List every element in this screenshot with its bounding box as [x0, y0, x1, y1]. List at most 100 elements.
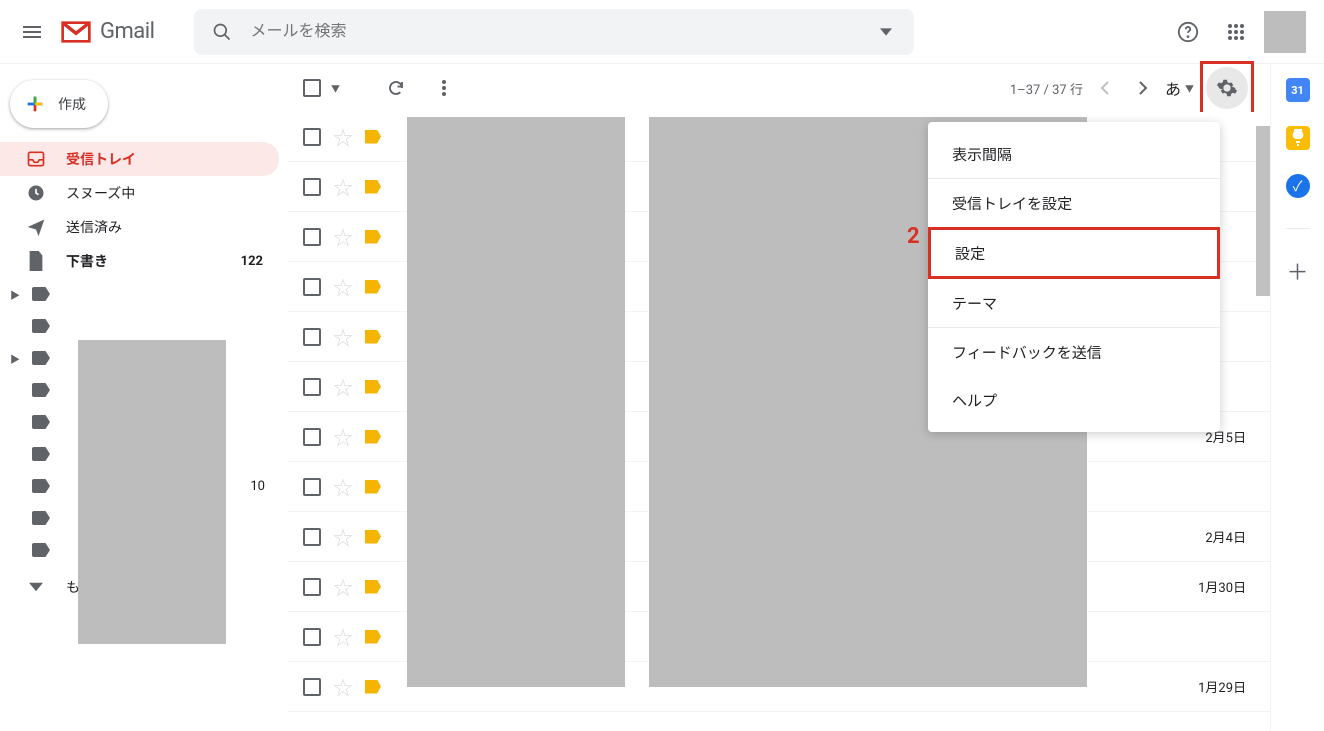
get-addons[interactable]: ＋ — [1286, 259, 1310, 283]
header: Gmail — [0, 0, 1324, 64]
search-input[interactable] — [250, 23, 858, 41]
menu-settings[interactable]: 2 設定 — [928, 227, 1220, 279]
row-checkbox[interactable] — [303, 228, 321, 246]
row-checkbox[interactable] — [303, 478, 321, 496]
search-bar[interactable] — [194, 9, 914, 55]
star-icon[interactable]: ☆ — [333, 222, 353, 251]
select-dropdown-icon[interactable]: ▼ — [331, 82, 340, 95]
scrollbar-thumb[interactable] — [1256, 126, 1270, 296]
sent-icon — [26, 217, 46, 237]
row-date: 1月29日 — [1198, 677, 1254, 696]
input-tools-button[interactable]: あ ▼ — [1165, 76, 1194, 100]
menu-feedback-label: フィードバックを送信 — [952, 342, 1102, 363]
importance-icon[interactable] — [365, 130, 381, 144]
menu-themes[interactable]: テーマ — [928, 279, 1220, 327]
sidebar-label-1[interactable]: ▶ — [0, 278, 287, 310]
importance-icon[interactable] — [365, 580, 381, 594]
sidebar-item-inbox[interactable]: 受信トレイ — [0, 142, 279, 176]
prev-page-button[interactable] — [1089, 72, 1121, 104]
lang-label: あ — [1165, 76, 1181, 100]
star-icon[interactable]: ☆ — [333, 572, 353, 601]
sidebar-item-snoozed[interactable]: スヌーズ中 — [0, 176, 279, 210]
pagination-range: 1–37 / 37 行 — [1010, 79, 1083, 98]
search-options-dropdown[interactable] — [866, 12, 906, 52]
side-panel: 31 ＋ — [1270, 64, 1324, 731]
inbox-label: 受信トレイ — [66, 149, 136, 169]
row-checkbox[interactable] — [303, 628, 321, 646]
menu-help-label: ヘルプ — [952, 390, 997, 411]
calendar-day: 31 — [1291, 84, 1304, 97]
row-checkbox[interactable] — [303, 528, 321, 546]
star-icon[interactable]: ☆ — [333, 172, 353, 201]
menu-feedback[interactable]: フィードバックを送信 — [928, 328, 1220, 376]
menu-configure-inbox[interactable]: 受信トレイを設定 — [928, 179, 1220, 227]
star-icon[interactable]: ☆ — [333, 472, 353, 501]
importance-icon[interactable] — [365, 630, 381, 644]
star-icon[interactable]: ☆ — [333, 322, 353, 351]
gmail-text: Gmail — [100, 19, 154, 44]
star-icon[interactable]: ☆ — [333, 272, 353, 301]
row-checkbox[interactable] — [303, 128, 321, 146]
next-page-button[interactable] — [1127, 72, 1159, 104]
label-icon — [32, 479, 50, 493]
row-date: 2月4日 — [1205, 527, 1254, 546]
importance-icon[interactable] — [365, 530, 381, 544]
calendar-addon[interactable]: 31 — [1286, 78, 1310, 102]
drafts-count: 122 — [241, 254, 263, 269]
main-menu-button[interactable] — [8, 8, 56, 56]
importance-icon[interactable] — [365, 180, 381, 194]
row-checkbox[interactable] — [303, 378, 321, 396]
sent-label: 送信済み — [66, 217, 122, 237]
expand-icon: ▶ — [10, 351, 20, 366]
search-icon[interactable] — [202, 12, 242, 52]
menu-help[interactable]: ヘルプ — [928, 376, 1220, 424]
select-all-checkbox[interactable] — [303, 79, 321, 97]
row-checkbox[interactable] — [303, 328, 321, 346]
row-checkbox[interactable] — [303, 428, 321, 446]
keep-addon[interactable] — [1286, 126, 1310, 150]
compose-button[interactable]: 作成 — [10, 80, 108, 128]
sidebar-item-sent[interactable]: 送信済み — [0, 210, 279, 244]
star-icon[interactable]: ☆ — [333, 422, 353, 451]
apps-icon[interactable] — [1216, 12, 1256, 52]
importance-icon[interactable] — [365, 480, 381, 494]
rail-separator — [1286, 228, 1310, 229]
star-icon[interactable]: ☆ — [333, 372, 353, 401]
importance-icon[interactable] — [365, 430, 381, 444]
menu-density-label: 表示間隔 — [952, 144, 1012, 165]
sidebar-label-2[interactable] — [0, 310, 287, 342]
star-icon[interactable]: ☆ — [333, 522, 353, 551]
gmail-logo[interactable]: Gmail — [60, 19, 154, 44]
label-icon — [32, 319, 50, 333]
chevron-down-icon — [26, 577, 46, 597]
importance-icon[interactable] — [365, 380, 381, 394]
importance-icon[interactable] — [365, 230, 381, 244]
toolbar: ▼ 1–37 / 37 行 あ ▼ — [287, 64, 1270, 112]
row-checkbox[interactable] — [303, 178, 321, 196]
star-icon[interactable]: ☆ — [333, 122, 353, 151]
menu-themes-label: テーマ — [952, 293, 997, 314]
sidebar-item-drafts[interactable]: 下書き 122 — [0, 244, 279, 278]
chevron-down-icon: ▼ — [1185, 82, 1194, 95]
settings-button[interactable] — [1200, 61, 1254, 115]
redacted-senders — [407, 117, 625, 687]
gmail-m-icon — [60, 20, 92, 44]
row-checkbox[interactable] — [303, 278, 321, 296]
star-icon[interactable]: ☆ — [333, 672, 353, 701]
row-checkbox[interactable] — [303, 578, 321, 596]
account-avatar[interactable] — [1264, 11, 1306, 53]
importance-icon[interactable] — [365, 680, 381, 694]
tasks-addon[interactable] — [1286, 174, 1310, 198]
importance-icon[interactable] — [365, 280, 381, 294]
star-icon[interactable]: ☆ — [333, 622, 353, 651]
refresh-button[interactable] — [376, 68, 416, 108]
label-icon — [32, 383, 50, 397]
compose-label: 作成 — [58, 94, 86, 114]
row-checkbox[interactable] — [303, 678, 321, 696]
support-icon[interactable] — [1168, 12, 1208, 52]
menu-settings-label: 設定 — [955, 243, 985, 264]
menu-density[interactable]: 表示間隔 — [928, 130, 1220, 178]
importance-icon[interactable] — [365, 330, 381, 344]
more-button[interactable] — [424, 68, 464, 108]
sidebar: 作成 受信トレイ スヌーズ中 送信済み 下書き 122 — [0, 64, 287, 731]
